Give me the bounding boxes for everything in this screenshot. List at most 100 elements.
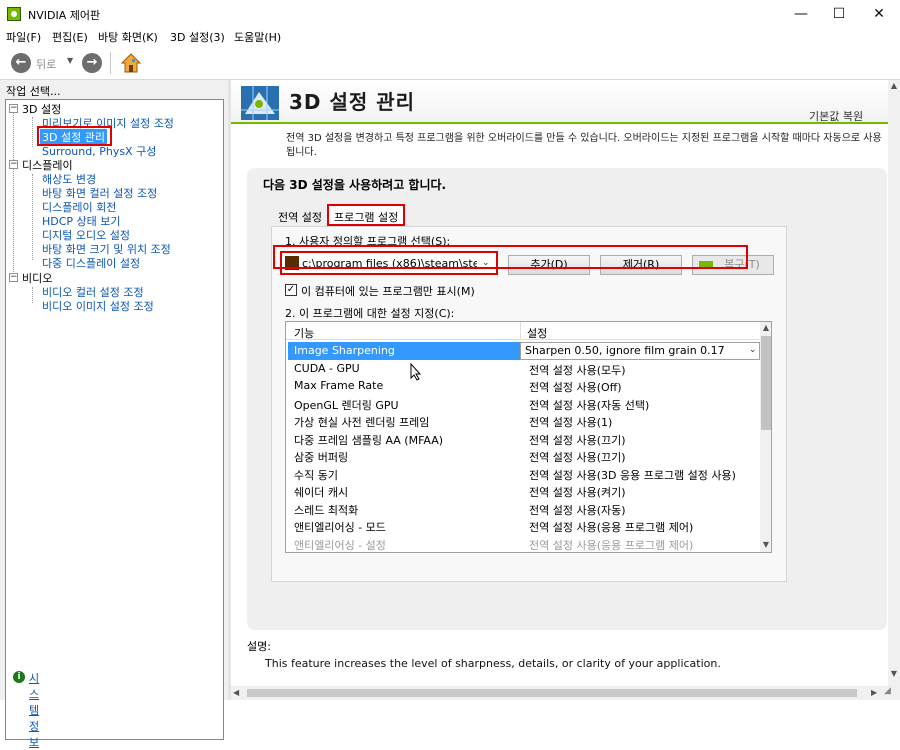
tree-connector xyxy=(32,287,33,303)
page-title: 3D 설정 관리 xyxy=(289,90,416,114)
column-divider[interactable] xyxy=(520,322,521,340)
table-row[interactable]: 가상 현실 사전 렌더링 프레임 전역 설정 사용(1) xyxy=(286,412,760,429)
grid-scrollbar[interactable]: ▲ ▼ xyxy=(760,322,771,552)
setting-cell[interactable]: 전역 설정 사용(자동) xyxy=(529,502,626,518)
toolbar: ← 뒤로 ▼ → xyxy=(0,46,900,80)
column-header-setting[interactable]: 설정 xyxy=(527,325,547,341)
forward-arrow-icon[interactable]: → xyxy=(82,53,102,73)
table-row[interactable]: CUDA - GPU 전역 설정 사용(모두) xyxy=(286,360,760,377)
scroll-thumb[interactable] xyxy=(761,336,771,430)
tree-item-multiple-displays[interactable]: 다중 디스플레이 설정 xyxy=(42,255,140,271)
title-bar: NVIDIA 제어판 — ☐ ✕ xyxy=(0,0,900,28)
scroll-thumb[interactable] xyxy=(247,689,857,697)
content-vertical-scrollbar[interactable]: ▲ ▼ xyxy=(888,80,900,686)
table-row[interactable]: 쉐이더 캐시 전역 설정 사용(켜기) xyxy=(286,482,760,499)
task-panel: 작업 선택... − 3D 설정 미리보기로 이미지 설정 조정 3D 설정 관… xyxy=(0,80,228,740)
restore-defaults-link[interactable]: 기본값 복원 xyxy=(809,108,863,124)
menu-file[interactable]: 파일(F) xyxy=(6,29,41,45)
page-banner: 3D 설정 관리 기본값 복원 xyxy=(231,80,888,124)
settings-heading: 다음 3D 설정을 사용하려고 합니다. xyxy=(263,178,447,192)
system-info-label[interactable]: 시스템 정보 xyxy=(29,670,39,750)
tree-item-video-image[interactable]: 비디오 이미지 설정 조정 xyxy=(42,298,154,314)
setting-cell[interactable]: 전역 설정 사용(끄기) xyxy=(529,432,626,448)
expander-display[interactable]: − xyxy=(9,160,18,169)
table-row[interactable]: 앤티엘리어싱 - 설정 전역 설정 사용(응용 프로그램 제어) xyxy=(286,535,760,552)
table-row[interactable]: 앤티엘리어싱 - 모드 전역 설정 사용(응용 프로그램 제어) xyxy=(286,517,760,534)
show-local-programs-checkbox[interactable]: ✓ xyxy=(285,284,297,296)
setting-cell[interactable]: 전역 설정 사용(자동 선택) xyxy=(529,397,649,413)
feature-cell[interactable]: 가상 현실 사전 렌더링 프레임 xyxy=(294,414,429,430)
setting-cell[interactable]: 전역 설정 사용(3D 응용 프로그램 설정 사용) xyxy=(529,467,736,483)
table-row[interactable]: Max Frame Rate 전역 설정 사용(Off) xyxy=(286,377,760,394)
tree-connector xyxy=(32,174,33,260)
resize-grip-icon[interactable]: ◢ xyxy=(884,686,891,696)
feature-cell[interactable]: Image Sharpening xyxy=(294,344,395,357)
table-row[interactable]: 수직 동기 전역 설정 사용(3D 응용 프로그램 설정 사용) xyxy=(286,465,760,482)
description-label: 설명: xyxy=(247,640,271,653)
highlight-ring xyxy=(273,245,748,269)
nvidia-app-icon xyxy=(7,7,21,21)
info-icon: i xyxy=(13,671,25,683)
table-row[interactable]: OpenGL 렌더링 GPU 전역 설정 사용(자동 선택) xyxy=(286,395,760,412)
close-button[interactable]: ✕ xyxy=(856,0,900,28)
feature-cell[interactable]: Max Frame Rate xyxy=(294,379,383,392)
table-row[interactable]: 스레드 최적화 전역 설정 사용(자동) xyxy=(286,500,760,517)
feature-cell[interactable]: 다중 프레임 샘플링 AA (MFAA) xyxy=(294,432,443,448)
feature-cell[interactable]: OpenGL 렌더링 GPU xyxy=(294,397,399,413)
column-header-feature[interactable]: 기능 xyxy=(294,325,314,341)
content-horizontal-scrollbar[interactable]: ◀ ▶ xyxy=(231,686,900,700)
expander-3d-settings[interactable]: − xyxy=(9,104,18,113)
window-title: NVIDIA 제어판 xyxy=(28,9,101,22)
description-text: This feature increases the level of shar… xyxy=(265,657,721,670)
content-panel: 3D 설정 관리 기본값 복원 전역 3D 설정을 변경하고 특정 프로그램을 … xyxy=(231,80,900,700)
chevron-down-icon[interactable]: ⌄ xyxy=(749,345,757,355)
setting-cell[interactable]: 전역 설정 사용(끄기) xyxy=(529,449,626,465)
settings-grid[interactable]: 기능 설정 Image Sharpening Sharpen 0.50, ign… xyxy=(285,321,772,553)
setting-cell[interactable]: 전역 설정 사용(1) xyxy=(529,414,612,430)
tab-global-settings[interactable]: 전역 설정 xyxy=(273,206,327,226)
expander-video[interactable]: − xyxy=(9,273,18,282)
menu-help[interactable]: 도움말(H) xyxy=(234,29,281,45)
step2-label: 2. 이 프로그램에 대한 설정 지정(C): xyxy=(285,307,455,320)
menu-3d-settings[interactable]: 3D 설정(3) xyxy=(170,29,225,45)
setting-cell[interactable]: Sharpen 0.50, ignore film grain 0.17 xyxy=(525,344,725,357)
feature-cell[interactable]: 앤티엘리어싱 - 설정 xyxy=(294,537,386,552)
setting-cell[interactable]: 전역 설정 사용(모두) xyxy=(529,362,626,378)
setting-cell[interactable]: 전역 설정 사용(응용 프로그램 제어) xyxy=(529,519,693,535)
scroll-right-icon[interactable]: ▶ xyxy=(871,686,877,700)
scroll-up-icon[interactable]: ▲ xyxy=(760,322,771,334)
menu-desktop[interactable]: 바탕 화면(K) xyxy=(98,29,158,45)
feature-cell[interactable]: 스레드 최적화 xyxy=(294,502,358,518)
tree-connector xyxy=(13,112,14,276)
feature-cell[interactable]: 앤티엘리어싱 - 모드 xyxy=(294,519,386,535)
scroll-up-icon[interactable]: ▲ xyxy=(888,80,900,92)
grid-header: 기능 설정 xyxy=(286,322,760,340)
3d-settings-icon xyxy=(239,84,281,122)
back-button-label[interactable]: 뒤로 xyxy=(36,56,56,72)
feature-cell[interactable]: 쉐이더 캐시 xyxy=(294,484,348,500)
menu-edit[interactable]: 편집(E) xyxy=(52,29,88,45)
toolbar-separator xyxy=(110,52,111,74)
feature-cell[interactable]: CUDA - GPU xyxy=(294,362,360,375)
menu-bar: 파일(F) 편집(E) 바탕 화면(K) 3D 설정(3) 도움말(H) xyxy=(0,28,900,46)
feature-cell[interactable]: 삼중 버퍼링 xyxy=(294,449,348,465)
home-icon[interactable] xyxy=(120,52,142,74)
setting-cell[interactable]: 전역 설정 사용(Off) xyxy=(529,379,622,395)
scroll-left-icon[interactable]: ◀ xyxy=(233,686,239,700)
history-dropdown-icon[interactable]: ▼ xyxy=(67,56,73,65)
back-arrow-icon[interactable]: ← xyxy=(11,53,31,73)
scroll-down-icon[interactable]: ▼ xyxy=(760,539,771,551)
table-row[interactable]: 삼중 버퍼링 전역 설정 사용(끄기) xyxy=(286,447,760,464)
scroll-down-icon[interactable]: ▼ xyxy=(888,668,900,680)
tree-connector xyxy=(32,117,33,147)
feature-cell[interactable]: 수직 동기 xyxy=(294,467,338,483)
show-local-programs-label[interactable]: 이 컴퓨터에 있는 프로그램만 표시(M) xyxy=(301,283,475,299)
page-description: 전역 3D 설정을 변경하고 특정 프로그램을 위한 오버라이드를 만들 수 있… xyxy=(286,133,882,158)
mouse-cursor-icon xyxy=(410,362,422,381)
setting-cell[interactable]: 전역 설정 사용(켜기) xyxy=(529,484,626,500)
table-row[interactable]: 다중 프레임 샘플링 AA (MFAA) 전역 설정 사용(끄기) xyxy=(286,430,760,447)
setting-cell[interactable]: 전역 설정 사용(응용 프로그램 제어) xyxy=(529,537,693,552)
table-row[interactable]: Image Sharpening Sharpen 0.50, ignore fi… xyxy=(286,342,760,360)
task-tree[interactable]: − 3D 설정 미리보기로 이미지 설정 조정 3D 설정 관리 Surroun… xyxy=(5,99,224,740)
tab-program-settings[interactable]: 프로그램 설정 xyxy=(327,204,406,226)
